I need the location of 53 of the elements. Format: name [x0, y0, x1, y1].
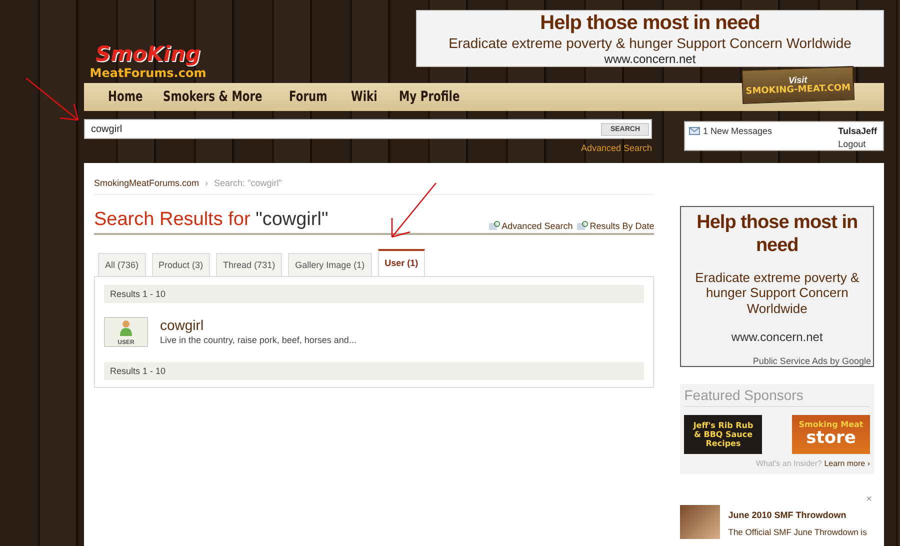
ad-credit: Public Service Ads by Google	[752, 356, 872, 366]
tab[interactable]: Gallery Image (1)	[288, 253, 372, 276]
insider-question: What's an Insider?	[756, 459, 822, 468]
logo-text: SmoKing	[96, 42, 200, 66]
close-button[interactable]: ×	[866, 494, 872, 505]
nav-link[interactable]: Smokers & More	[163, 89, 270, 105]
learn-more-link[interactable]: Learn more ›	[824, 459, 870, 468]
username-link[interactable]: TulsaJeff	[838, 126, 877, 136]
ad-banner[interactable]: Help those most in need Eradicate extreme poverty & hunger Support Concern Worldwide www.concern.net	[416, 10, 884, 67]
heading-link[interactable]: Results By Date	[576, 221, 654, 231]
arrow-annotation	[391, 182, 437, 238]
tab[interactable]: All (736)	[98, 253, 146, 276]
nav-link[interactable]: Wiki	[351, 89, 392, 105]
heading-link[interactable]: Advanced Search	[488, 221, 573, 231]
breadcrumb-separator: ›	[205, 178, 208, 188]
results-count: Results 1 - 10	[104, 285, 644, 303]
results-count: Results 1 - 10	[104, 362, 644, 380]
ad-box[interactable]: Help those most in need Eradicate extreme poverty & hunger Support Concern Worldwide www.concern.net Public Service Ads by Google	[680, 206, 874, 367]
sign-text: Visit	[788, 74, 808, 86]
tab[interactable]: User (1)	[378, 249, 426, 277]
ad-title: Help those most in need	[540, 11, 760, 36]
breadcrumb-link[interactable]: SmokingMeatForums.com	[94, 178, 200, 188]
messages-link[interactable]: 1 New Messages	[703, 126, 836, 136]
tab[interactable]: Product (3)	[152, 253, 210, 276]
visit-sign[interactable]: Visit SMOKING-MEAT.COM	[741, 66, 855, 104]
magnifier-icon	[576, 221, 588, 231]
ad-text: Eradicate extreme poverty & hunger Support Concern Worldwide	[448, 35, 852, 52]
sponsor-banner[interactable]: Smoking Meat store	[792, 415, 870, 454]
page-heading: Search Results for "cowgirl"	[94, 209, 328, 231]
tab[interactable]: Thread (731)	[216, 253, 282, 276]
envelope-icon	[689, 127, 700, 136]
ad-url: www.concern.net	[731, 330, 823, 345]
photo-placeholder	[680, 505, 720, 539]
feature-title[interactable]: June 2010 SMF Throwdown	[728, 510, 846, 520]
site-logo[interactable]: SmoKing MeatForums.com	[84, 10, 212, 80]
ad-title: Help those most in need	[696, 212, 859, 258]
ad-text: Eradicate extreme poverty & hunger Support Concern Worldwide	[694, 270, 860, 316]
logout-link[interactable]: Logout	[838, 138, 877, 149]
nav-link[interactable]: Home	[108, 89, 155, 105]
ad-url: www.concern.net	[604, 52, 696, 66]
nav-link[interactable]: Forum	[289, 89, 342, 105]
nav-link[interactable]: My Profile	[399, 89, 467, 105]
sponsor-banner[interactable]: Jeff's Rib Rub & BBQ Sauce Recipes	[684, 415, 762, 454]
logo-text: MeatForums.com	[90, 66, 206, 80]
person-icon	[120, 320, 132, 336]
magnifier-icon	[488, 221, 500, 231]
arrow-annotation	[25, 77, 79, 121]
result-snippet: Live in the country, raise pork, beef, horses and...	[160, 335, 356, 345]
panel-title: Featured Sponsors	[684, 387, 870, 407]
result-title[interactable]: cowgirl	[160, 317, 356, 333]
sign-text: SMOKING-MEAT.COM	[746, 83, 851, 97]
advanced-search-link[interactable]: Advanced Search	[580, 143, 652, 153]
feature-text: The Official SMF June Throwdown is	[728, 527, 867, 537]
